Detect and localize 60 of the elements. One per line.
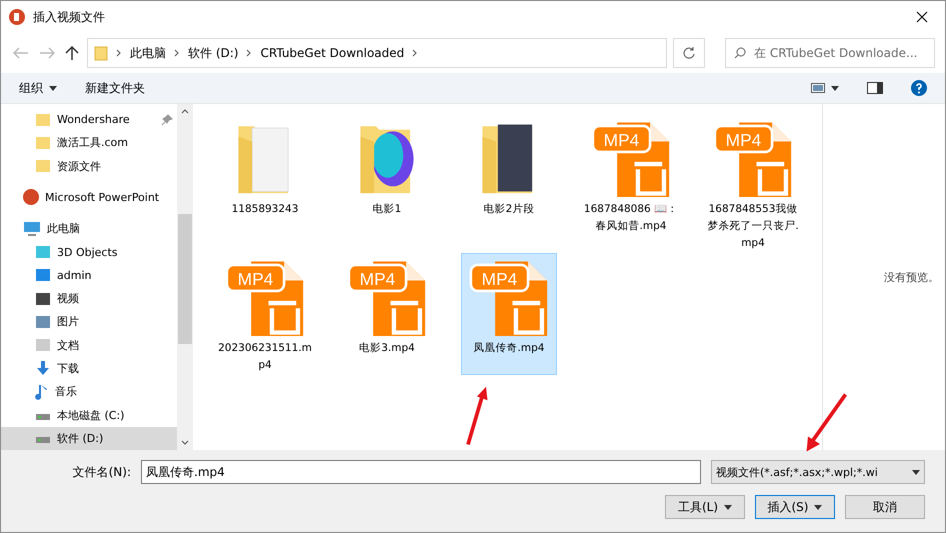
music-note-icon: [35, 384, 49, 400]
file-type-dropdown[interactable]: 视频文件(*.asf;*.asx;*.wpl;*.wi: [711, 460, 925, 484]
sidebar-item[interactable]: 3D Objects: [1, 240, 177, 264]
no-preview-text: 没有预览。: [884, 270, 939, 284]
chevron-icon: [246, 49, 252, 57]
chevron-icon: [174, 49, 180, 57]
help-button[interactable]: [911, 80, 927, 96]
organize-menu[interactable]: 组织: [19, 80, 57, 96]
refresh-icon: [683, 47, 695, 59]
caret-icon: [724, 504, 732, 510]
sidebar-item[interactable]: admin: [1, 264, 177, 287]
search-icon: [734, 47, 746, 59]
file-item[interactable]: 1185893243: [217, 114, 313, 253]
filename-label: 文件名(N):: [72, 464, 131, 480]
sidebar-item[interactable]: 资源文件: [1, 154, 177, 178]
file-item[interactable]: MP4 202306231511.mp4: [217, 253, 313, 375]
view-menu[interactable]: [811, 83, 839, 93]
sidebar-item[interactable]: 激活工具.com: [1, 131, 177, 155]
filename-field[interactable]: 凤凰传奇.mp4: [141, 460, 701, 484]
sidebar-item[interactable]: 此电脑: [1, 217, 177, 240]
window-title: 插入视频文件: [33, 8, 106, 26]
download-icon: [35, 360, 51, 376]
sidebar-item[interactable]: 音乐: [1, 380, 177, 404]
sidebar-item[interactable]: 文档: [1, 334, 177, 357]
file-item[interactable]: MP4 1687848086 📖：春风如昔.mp4: [583, 114, 679, 253]
file-item[interactable]: MP4 凤凰传奇.mp4: [461, 253, 557, 375]
chevron-icon: [412, 49, 418, 57]
search-box[interactable]: 在 CRTubeGet Downloade...: [725, 38, 935, 68]
cancel-button[interactable]: 取消: [845, 495, 925, 519]
insert-button[interactable]: 插入(S): [755, 495, 835, 519]
address-bar[interactable]: 此电脑 软件 (D:) CRTubeGet Downloaded: [87, 38, 667, 68]
file-item[interactable]: MP4 1687848553我做梦杀死了一只丧尸.mp4: [705, 114, 801, 253]
computer-icon: [23, 220, 41, 237]
chevron-icon: [116, 49, 122, 57]
app-icon: [23, 189, 39, 206]
breadcrumb[interactable]: 软件 (D:): [188, 44, 238, 62]
app-logo-icon: [9, 9, 25, 25]
file-item[interactable]: 电影1: [339, 114, 435, 253]
sidebar-item[interactable]: Microsoft PowerPoint: [1, 186, 177, 210]
close-icon: [916, 11, 928, 23]
sidebar-item[interactable]: 本地磁盘 (C:): [1, 403, 177, 427]
sidebar-item[interactable]: 视频: [1, 286, 177, 310]
tools-button[interactable]: 工具(L): [665, 495, 745, 519]
caret-icon: [49, 86, 57, 90]
breadcrumb[interactable]: CRTubeGet Downloaded: [260, 46, 404, 60]
preview-pane-button[interactable]: [867, 82, 883, 94]
caret-icon: [814, 504, 822, 510]
scrollbar[interactable]: [177, 104, 193, 450]
caret-icon: [912, 470, 920, 474]
new-folder-button[interactable]: 新建文件夹: [85, 80, 145, 96]
sidebar-item[interactable]: Wondershare: [1, 108, 177, 132]
breadcrumb[interactable]: 此电脑: [130, 44, 166, 62]
sidebar-item[interactable]: 软件 (D:): [1, 426, 177, 450]
refresh-button[interactable]: [673, 38, 705, 68]
file-item[interactable]: MP4 电影3.mp4: [339, 253, 435, 375]
sidebar-item[interactable]: 下载: [1, 356, 177, 380]
sidebar-item[interactable]: 图片: [1, 310, 177, 334]
caret-icon: [831, 86, 839, 90]
file-item[interactable]: 电影2片段: [461, 114, 557, 253]
up-button[interactable]: [63, 43, 81, 63]
